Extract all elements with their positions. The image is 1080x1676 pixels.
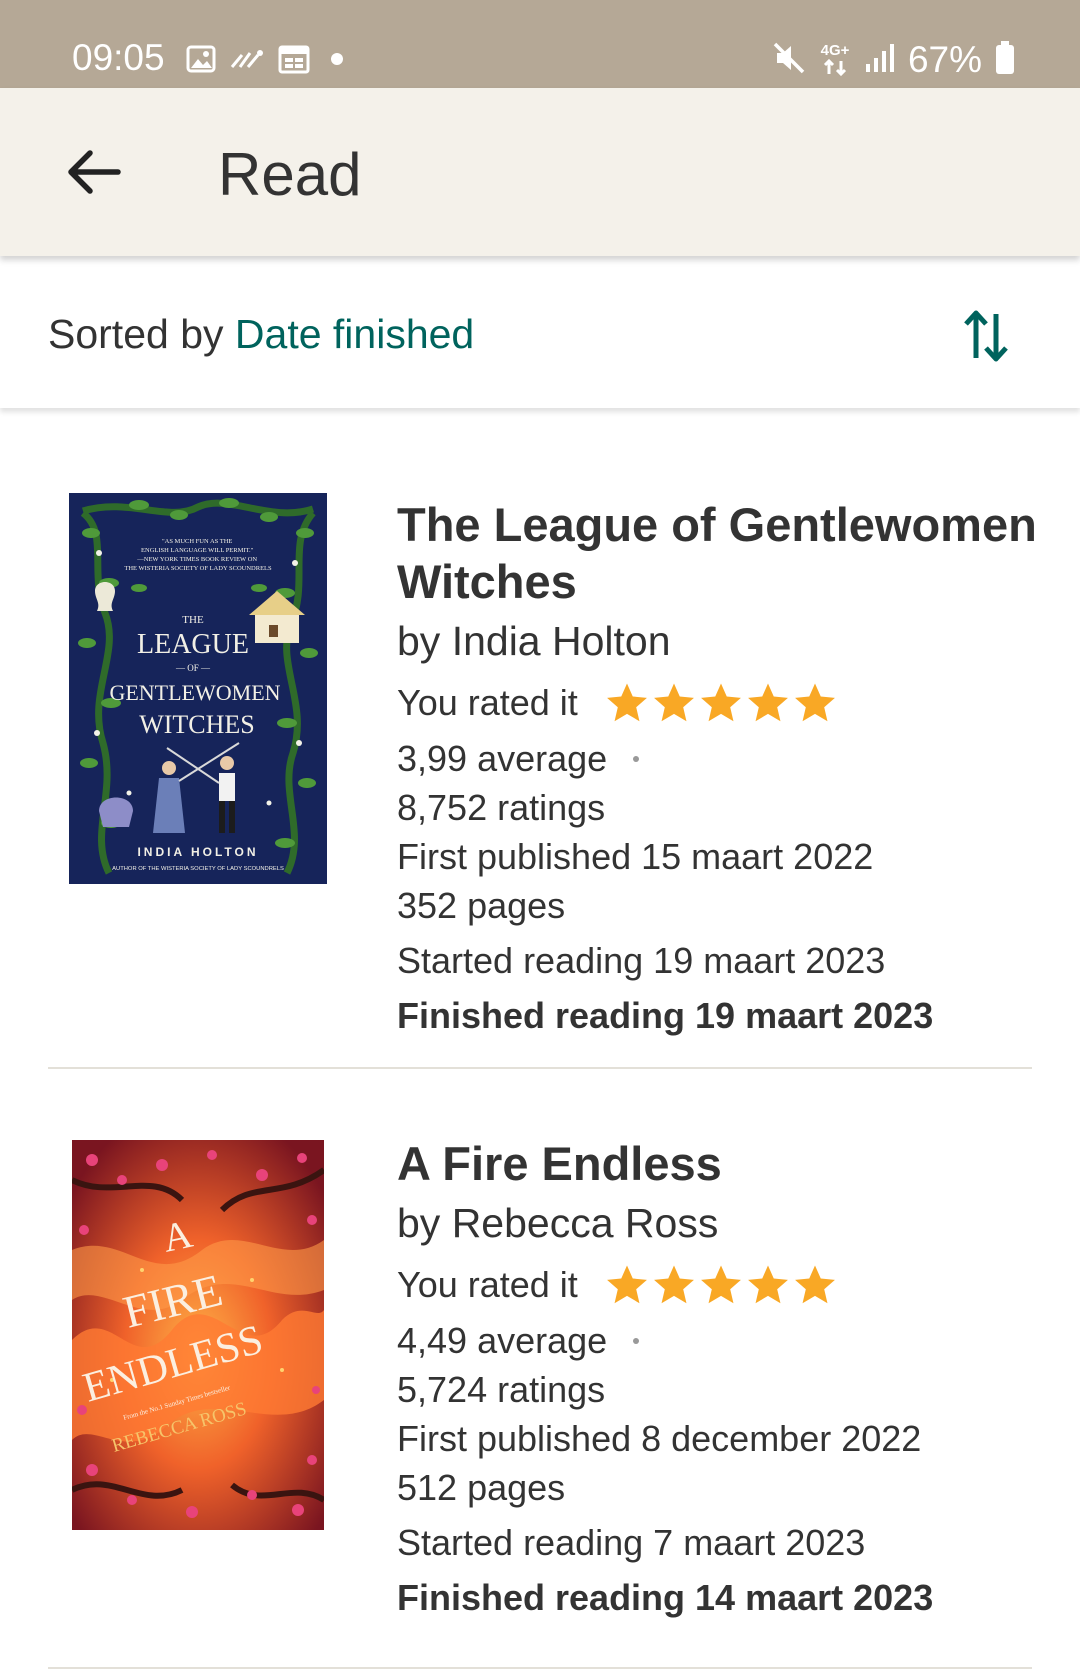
- user-rating: You rated it: [397, 680, 1037, 726]
- average-rating-row: 3,99 average: [397, 734, 1037, 783]
- star-icon[interactable]: [745, 1262, 791, 1308]
- star-icon[interactable]: [792, 680, 838, 726]
- list-item: A FIRE ENDLESS From the No.1 Sunday Time…: [0, 1070, 1080, 1670]
- gallery-icon: [186, 44, 216, 79]
- notification-dot-icon: [324, 46, 350, 77]
- rated-label: You rated it: [397, 1264, 578, 1305]
- star-rating[interactable]: [604, 1262, 838, 1308]
- cover-title-line2: GENTLEWOMEN: [109, 680, 280, 705]
- page-count: 512 pages: [397, 1467, 566, 1508]
- cover-tagline: AUTHOR OF THE WISTERIA SOCIETY OF LADY S…: [112, 866, 284, 872]
- mute-icon: [772, 41, 806, 80]
- status-icons-left: [186, 44, 350, 78]
- average-rating: 4,49 average: [397, 1320, 608, 1361]
- battery-percent: 67%: [907, 39, 982, 80]
- calendar-icon: [278, 44, 310, 79]
- book-title[interactable]: A Fire Endless: [397, 1135, 1037, 1192]
- signal-icon: [864, 42, 896, 79]
- status-bar: 09:05 4G+ 67%: [0, 0, 1080, 88]
- started-reading: Started reading 19 maart 2023: [397, 940, 886, 981]
- sort-bar: Sorted by Date finished: [0, 256, 1080, 408]
- book-author[interactable]: by Rebecca Ross: [397, 1198, 1037, 1248]
- sort-label: Sorted by Date finished: [48, 310, 474, 358]
- battery-icon: [994, 40, 1016, 81]
- ratings-count: 8,752 ratings: [397, 787, 606, 828]
- average-rating-row: 4,49 average: [397, 1316, 1037, 1365]
- sort-direction-icon: [958, 310, 1014, 370]
- star-icon[interactable]: [745, 680, 791, 726]
- star-icon[interactable]: [651, 680, 697, 726]
- finished-reading: Finished reading 19 maart 2023: [397, 995, 934, 1036]
- user-rating: You rated it: [397, 1262, 1037, 1308]
- average-rating: 3,99 average: [397, 738, 608, 779]
- arrow-left-icon: [60, 150, 132, 208]
- book-title[interactable]: The League of Gentlewomen Witches: [397, 496, 1037, 610]
- book-cover[interactable]: A FIRE ENDLESS From the No.1 Sunday Time…: [72, 1140, 324, 1530]
- status-time: 09:05: [72, 37, 165, 78]
- star-icon[interactable]: [604, 1262, 650, 1308]
- first-published: First published 8 december 2022: [397, 1418, 922, 1459]
- separator-dot: [633, 755, 640, 762]
- star-rating[interactable]: [604, 680, 838, 726]
- divider: [48, 1667, 1032, 1669]
- star-icon[interactable]: [651, 1262, 697, 1308]
- started-reading: Started reading 7 maart 2023: [397, 1522, 866, 1563]
- app-bar: Read: [0, 88, 1080, 256]
- sort-direction-button[interactable]: [958, 306, 1014, 366]
- cover-title-line3: WITCHES: [139, 710, 255, 739]
- back-button[interactable]: [60, 140, 132, 204]
- cover-title-line1: LEAGUE: [137, 629, 249, 660]
- star-icon[interactable]: [698, 1262, 744, 1308]
- sort-value-link[interactable]: Date finished: [235, 311, 474, 357]
- star-icon[interactable]: [604, 680, 650, 726]
- first-published: First published 15 maart 2022: [397, 836, 874, 877]
- network-4g-icon: 4G+: [818, 39, 852, 82]
- divider: [48, 1067, 1032, 1069]
- book-info: The League of Gentlewomen Witches by Ind…: [397, 496, 1037, 1040]
- ratings-count: 5,724 ratings: [397, 1369, 606, 1410]
- separator-dot: [633, 1337, 640, 1344]
- book-info: A Fire Endless by Rebecca Ross You rated…: [397, 1135, 1037, 1622]
- cover-of: — OF —: [175, 663, 211, 673]
- missed-call-icon: [230, 47, 264, 76]
- book-author[interactable]: by India Holton: [397, 616, 1037, 666]
- sort-label-text: Sorted by: [48, 311, 224, 357]
- page-count: 352 pages: [397, 885, 566, 926]
- star-icon[interactable]: [792, 1262, 838, 1308]
- list-item: "AS MUCH FUN AS THE ENGLISH LANGUAGE WIL…: [0, 408, 1080, 1070]
- cover-the: THE: [182, 614, 204, 626]
- status-icons-right: 4G+ 67%: [772, 38, 1016, 82]
- star-icon[interactable]: [698, 680, 744, 726]
- finished-reading: Finished reading 14 maart 2023: [397, 1577, 934, 1618]
- svg-text:4G+: 4G+: [821, 42, 850, 59]
- book-list: "AS MUCH FUN AS THE ENGLISH LANGUAGE WIL…: [0, 408, 1080, 1670]
- page-title: Read: [218, 141, 362, 208]
- cover-author: INDIA HOLTON: [137, 845, 258, 859]
- rated-label: You rated it: [397, 682, 578, 723]
- book-cover[interactable]: "AS MUCH FUN AS THE ENGLISH LANGUAGE WIL…: [69, 493, 327, 884]
